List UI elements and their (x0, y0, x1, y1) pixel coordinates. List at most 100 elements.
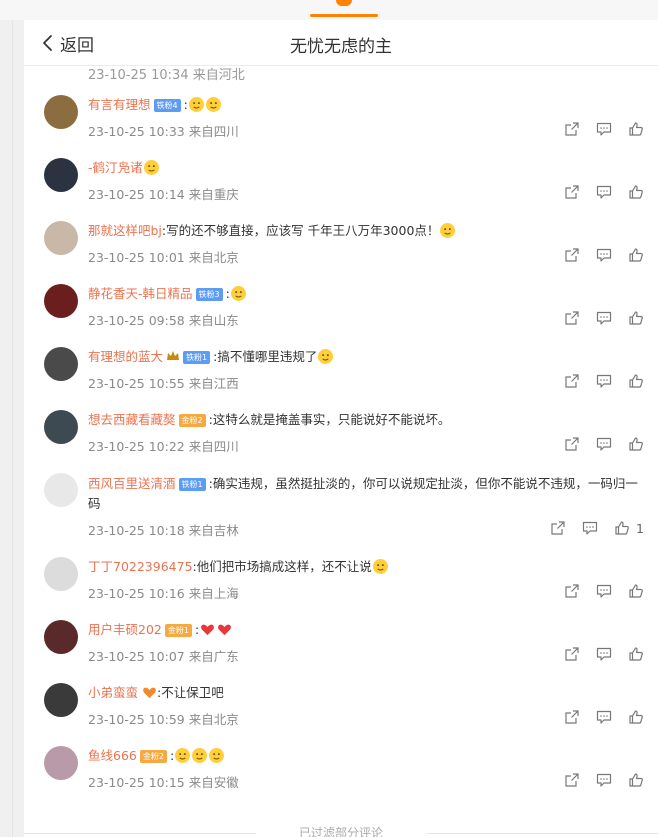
avatar[interactable] (44, 158, 78, 192)
like-button[interactable] (628, 373, 644, 389)
heart-emoji-icon (200, 622, 215, 637)
comment-username[interactable]: 静花香天-韩日精品 (88, 286, 193, 301)
comment-content: 那就这样吧bj:写的还不够直接，应该写 千年王八万年3000点！ (88, 222, 642, 240)
comment-icon[interactable] (596, 121, 612, 137)
avatar[interactable] (44, 473, 78, 507)
comment-username[interactable]: 小弟蛮蛮 (88, 685, 138, 700)
comment-list: 有言有理想 铁粉4: 23-10-25 10:33 来自四川 -鹤汀凫诸 23-10-2… (24, 86, 658, 800)
comment-panel: 返回 无忧无虑的主 23-10-25 10:34 来自河北 有言有理想 铁粉4: 2… (24, 20, 658, 837)
avatar[interactable] (44, 410, 78, 444)
thumbs-up-icon[interactable] (628, 310, 644, 326)
heart-emoji-icon (217, 622, 232, 637)
comment-text: : (169, 748, 175, 763)
laugh-emoji-icon (175, 748, 191, 763)
share-icon[interactable] (564, 184, 580, 200)
comment-icon[interactable] (596, 247, 612, 263)
share-icon[interactable] (564, 121, 580, 137)
crown-icon (163, 349, 180, 364)
share-icon[interactable] (564, 709, 580, 725)
thumbs-up-icon[interactable] (628, 184, 644, 200)
comment-actions (564, 121, 644, 137)
thumbs-up-icon[interactable] (628, 709, 644, 725)
thumbs-up-icon[interactable] (628, 583, 644, 599)
comment-username[interactable]: 有言有理想 (88, 97, 151, 112)
comment-content: 静花香天-韩日精品 铁粉3: (88, 285, 642, 303)
comment-meta: 23-10-25 10:59 来自北京 (88, 712, 239, 727)
share-icon[interactable] (564, 436, 580, 452)
comment-text: :这特么就是掩盖事实，只能说好不能说坏。 (208, 412, 451, 427)
like-button[interactable] (628, 121, 644, 137)
comment-icon[interactable] (596, 583, 612, 599)
comment-username[interactable]: 用户丰硕202 (88, 622, 162, 637)
comment-icon[interactable] (596, 310, 612, 326)
comment-username[interactable]: 有理想的蓝大 (88, 349, 163, 364)
avatar[interactable] (44, 557, 78, 591)
thumbs-up-icon[interactable] (628, 646, 644, 662)
like-button[interactable] (628, 646, 644, 662)
comment-item: 静花香天-韩日精品 铁粉3: 23-10-25 09:58 来自山东 (24, 275, 658, 338)
like-button[interactable] (628, 184, 644, 200)
thumbs-up-icon[interactable] (628, 436, 644, 452)
share-icon[interactable] (564, 646, 580, 662)
avatar[interactable] (44, 347, 78, 381)
share-icon[interactable] (564, 583, 580, 599)
share-icon[interactable] (564, 310, 580, 326)
like-button[interactable] (628, 772, 644, 788)
comment-item: 用户丰硕202 金粉1: 23-10-25 10:07 来自广东 (24, 611, 658, 674)
comment-username[interactable]: 西风百里送清酒 (88, 476, 176, 491)
comment-icon[interactable] (582, 520, 598, 536)
like-button[interactable] (628, 310, 644, 326)
share-icon[interactable] (564, 772, 580, 788)
comment-actions: 1 (550, 520, 644, 536)
share-icon[interactable] (564, 373, 580, 389)
comment-username[interactable]: 那就这样吧bj (88, 223, 162, 238)
thumbs-up-icon[interactable] (628, 121, 644, 137)
active-tab-underline (310, 14, 378, 17)
comment-text: :搞不懂哪里违规了 (213, 349, 318, 364)
left-rail-divider (12, 20, 13, 837)
thumbs-up-icon[interactable] (628, 772, 644, 788)
comment-username[interactable]: 鱼线666 (88, 748, 137, 763)
fan-club-icon (138, 685, 157, 700)
avatar[interactable] (44, 95, 78, 129)
comment-text: : (225, 286, 230, 301)
thumbs-up-icon[interactable] (614, 520, 630, 536)
avatar[interactable] (44, 683, 78, 717)
thumbs-up-icon[interactable] (628, 373, 644, 389)
comment-icon[interactable] (596, 709, 612, 725)
share-icon[interactable] (550, 520, 566, 536)
laugh-emoji-icon (209, 748, 225, 763)
like-count: 1 (636, 520, 644, 536)
tongue-emoji-icon (440, 223, 456, 238)
thumbs-up-icon[interactable] (628, 247, 644, 263)
avatar[interactable] (44, 221, 78, 255)
comment-content: 西风百里送清酒 铁粉1:确实违规，虽然挺扯淡的，你可以说规定扯淡，但你不能说不违规… (88, 474, 644, 514)
like-button[interactable] (628, 247, 644, 263)
think-emoji-icon (318, 349, 334, 364)
comment-icon[interactable] (596, 373, 612, 389)
like-button[interactable] (628, 583, 644, 599)
comment-content: 丁丁7022396475:他们把市场搞成这样，还不让说 (88, 558, 642, 576)
comment-icon[interactable] (596, 436, 612, 452)
avatar[interactable] (44, 620, 78, 654)
fan-level-badge: 铁粉4 (153, 99, 181, 112)
comment-meta: 23-10-25 10:33 来自四川 (88, 124, 239, 139)
like-button[interactable]: 1 (614, 520, 644, 536)
comment-icon[interactable] (596, 646, 612, 662)
comment-icon[interactable] (596, 772, 612, 788)
comment-content: 有言有理想 铁粉4: (88, 96, 642, 114)
comment-username[interactable]: -鹤汀凫诸 (88, 160, 143, 175)
share-icon[interactable] (564, 247, 580, 263)
comment-text: :写的还不够直接，应该写 千年王八万年3000点！ (161, 223, 440, 238)
like-button[interactable] (628, 436, 644, 452)
comment-icon[interactable] (596, 184, 612, 200)
comment-content: 有理想的蓝大 铁粉1:搞不懂哪里违规了 (88, 348, 642, 366)
comment-username[interactable]: 想去西藏看藏獒 (88, 412, 176, 427)
avatar[interactable] (44, 284, 78, 318)
avatar[interactable] (44, 746, 78, 780)
comment-item: 想去西藏看藏獒 金粉2:这特么就是掩盖事实，只能说好不能说坏。 23-10-25 1… (24, 401, 658, 464)
comment-item: 那就这样吧bj:写的还不够直接，应该写 千年王八万年3000点！ 23-10-25… (24, 212, 658, 275)
comment-username[interactable]: 丁丁7022396475 (88, 559, 193, 574)
like-button[interactable] (628, 709, 644, 725)
fan-level-badge: 金粉1 (164, 624, 192, 637)
